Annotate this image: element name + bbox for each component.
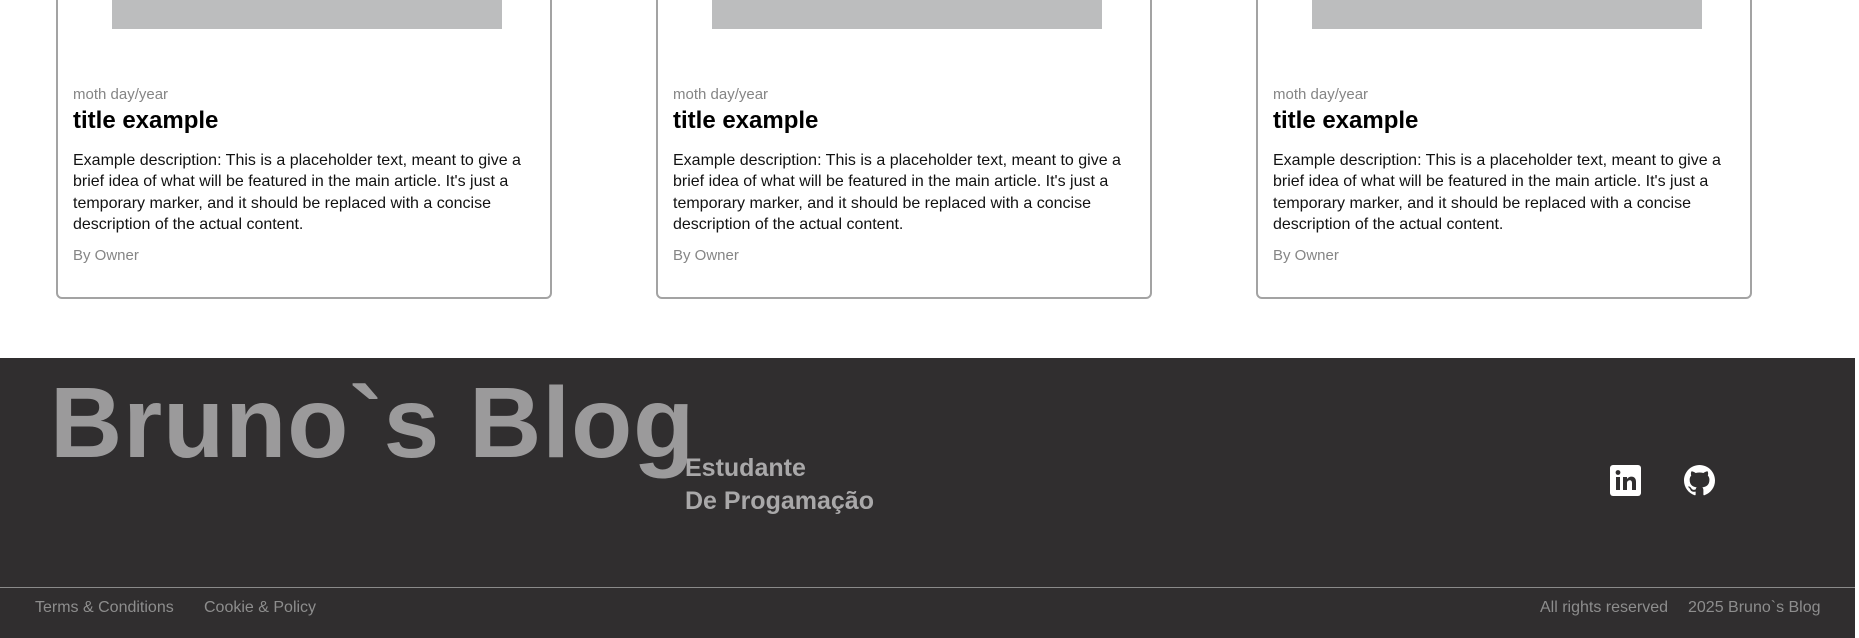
footer-divider [0,587,1855,588]
github-icon[interactable] [1684,465,1715,496]
footer-brand: Bruno`s Blog [50,367,696,479]
terms-link[interactable]: Terms & Conditions [35,599,174,617]
card-title[interactable]: title example [73,107,218,135]
rights-text: All rights reserved [1540,599,1669,616]
image-placeholder [112,0,502,29]
card-title[interactable]: title example [673,107,818,135]
card-date: moth day/year [673,86,769,103]
cookie-policy-link[interactable]: Cookie & Policy [204,599,316,617]
card-author: By Owner [673,247,739,264]
footer: Bruno`s Blog Estudante De Progamação Ter… [0,358,1855,638]
copyright-text: 2025 Bruno`s Blog [1688,599,1821,616]
linkedin-icon[interactable] [1610,465,1641,496]
article-card[interactable]: moth day/year title example Example desc… [1256,0,1752,299]
article-card[interactable]: moth day/year title example Example desc… [656,0,1152,299]
subtitle-line-1: Estudante [685,454,806,482]
card-date: moth day/year [1273,86,1369,103]
footer-subtitle: Estudante De Progamação [685,452,874,518]
card-date: moth day/year [73,86,169,103]
image-placeholder [1312,0,1702,29]
card-description: Example description: This is a placehold… [673,152,1121,234]
card-author: By Owner [1273,247,1339,264]
image-placeholder [712,0,1102,29]
window-edge [1855,0,1859,638]
article-card[interactable]: moth day/year title example Example desc… [56,0,552,299]
card-description: Example description: This is a placehold… [1273,152,1721,234]
card-author: By Owner [73,247,139,264]
subtitle-line-2: De Progamação [685,487,874,515]
card-title[interactable]: title example [1273,107,1418,135]
card-description: Example description: This is a placehold… [73,152,521,234]
